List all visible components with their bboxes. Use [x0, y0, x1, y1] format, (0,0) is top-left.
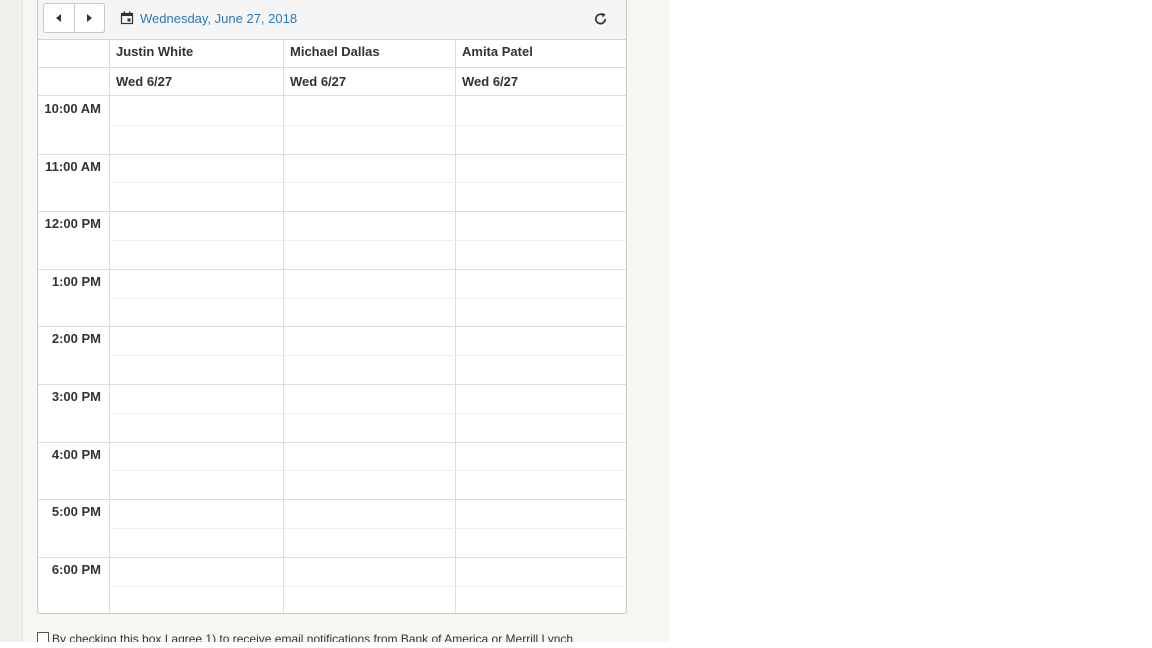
time-slot[interactable]: [110, 241, 283, 269]
caret-right-icon: [86, 14, 92, 22]
time-slot[interactable]: [456, 356, 626, 384]
scheduler-calendar: Wednesday, June 27, 2018 Justin White Mic…: [37, 0, 627, 614]
time-slot[interactable]: [110, 270, 283, 298]
resource-name: Michael Dallas: [290, 44, 380, 59]
time-slot[interactable]: [284, 385, 455, 413]
time-label: 3:00 PM: [51, 389, 101, 404]
time-slot[interactable]: [284, 471, 455, 499]
date-picker-button[interactable]: Wednesday, June 27, 2018: [120, 9, 297, 27]
time-slot[interactable]: [110, 500, 283, 528]
time-slot[interactable]: [110, 212, 283, 240]
time-slot[interactable]: [284, 558, 455, 586]
time-slot[interactable]: [456, 587, 626, 613]
time-slot[interactable]: [456, 97, 626, 125]
time-label: 1:00 PM: [51, 274, 101, 289]
time-label: 6:00 PM: [51, 562, 101, 577]
calendar-toolbar: Wednesday, June 27, 2018: [38, 0, 626, 40]
time-slot[interactable]: [284, 529, 455, 557]
time-slot[interactable]: [284, 126, 455, 154]
time-slot[interactable]: [456, 212, 626, 240]
consent-text: By checking this box I agree 1) to recei…: [52, 632, 574, 642]
time-slot[interactable]: [110, 443, 283, 471]
time-slot[interactable]: [284, 155, 455, 183]
time-slot[interactable]: [110, 558, 283, 586]
resource-name: Justin White: [116, 44, 194, 59]
time-label: 4:00 PM: [51, 447, 101, 462]
caret-left-icon: [56, 14, 62, 22]
time-slot[interactable]: [284, 500, 455, 528]
time-slot[interactable]: [284, 97, 455, 125]
time-slot[interactable]: [110, 385, 283, 413]
consent-row: By checking this box I agree 1) to recei…: [37, 631, 637, 642]
time-slot[interactable]: [456, 270, 626, 298]
time-slot[interactable]: [456, 529, 626, 557]
time-slot[interactable]: [284, 270, 455, 298]
time-slot[interactable]: [110, 414, 283, 442]
time-slot[interactable]: [456, 241, 626, 269]
time-slot[interactable]: [456, 500, 626, 528]
time-slot[interactable]: [110, 299, 283, 327]
time-slot[interactable]: [110, 155, 283, 183]
next-day-button[interactable]: [73, 4, 105, 32]
resource-name: Amita Patel: [462, 44, 533, 59]
time-slot[interactable]: [456, 414, 626, 442]
left-gutter: [0, 0, 22, 642]
time-slot[interactable]: [456, 385, 626, 413]
time-slot[interactable]: [284, 356, 455, 384]
time-slot[interactable]: [284, 299, 455, 327]
time-slot[interactable]: [110, 97, 283, 125]
time-slot[interactable]: [456, 126, 626, 154]
refresh-button[interactable]: [592, 9, 608, 27]
time-slot[interactable]: [456, 299, 626, 327]
time-slot[interactable]: [284, 212, 455, 240]
day-label: Wed 6/27: [462, 74, 519, 89]
calendar-icon: [120, 11, 134, 25]
time-slot[interactable]: [456, 183, 626, 211]
consent-checkbox[interactable]: [37, 632, 49, 642]
page: Wednesday, June 27, 2018 Justin White Mic…: [0, 0, 1152, 648]
time-slot[interactable]: [284, 443, 455, 471]
time-slot[interactable]: [456, 443, 626, 471]
prev-day-button[interactable]: [44, 4, 74, 32]
time-label: 5:00 PM: [51, 504, 101, 519]
refresh-icon: [594, 12, 606, 24]
time-slot[interactable]: [284, 183, 455, 211]
time-label: 12:00 PM: [44, 216, 101, 231]
time-slot[interactable]: [110, 529, 283, 557]
time-slot[interactable]: [110, 587, 283, 613]
time-label: 11:00 AM: [45, 159, 101, 174]
time-slot[interactable]: [456, 155, 626, 183]
time-slot[interactable]: [110, 327, 283, 355]
time-slot[interactable]: [456, 327, 626, 355]
time-slot[interactable]: [110, 471, 283, 499]
time-slot[interactable]: [456, 558, 626, 586]
time-slot[interactable]: [284, 587, 455, 613]
day-label: Wed 6/27: [290, 74, 347, 89]
time-slot[interactable]: [110, 183, 283, 211]
time-label: 2:00 PM: [51, 331, 101, 346]
day-header-row: Wed 6/27 Wed 6/27 Wed 6/27: [38, 68, 626, 96]
time-slot[interactable]: [110, 356, 283, 384]
date-nav-group: [43, 3, 105, 33]
time-slot[interactable]: [456, 471, 626, 499]
current-date-label: Wednesday, June 27, 2018: [140, 10, 298, 26]
resource-header-row: Justin White Michael Dallas Amita Patel: [38, 40, 626, 68]
day-label: Wed 6/27: [116, 74, 173, 89]
time-slot[interactable]: [284, 327, 455, 355]
time-slot[interactable]: [284, 241, 455, 269]
time-label: 10:00 AM: [44, 101, 101, 116]
time-slot[interactable]: [110, 126, 283, 154]
time-slot[interactable]: [284, 414, 455, 442]
